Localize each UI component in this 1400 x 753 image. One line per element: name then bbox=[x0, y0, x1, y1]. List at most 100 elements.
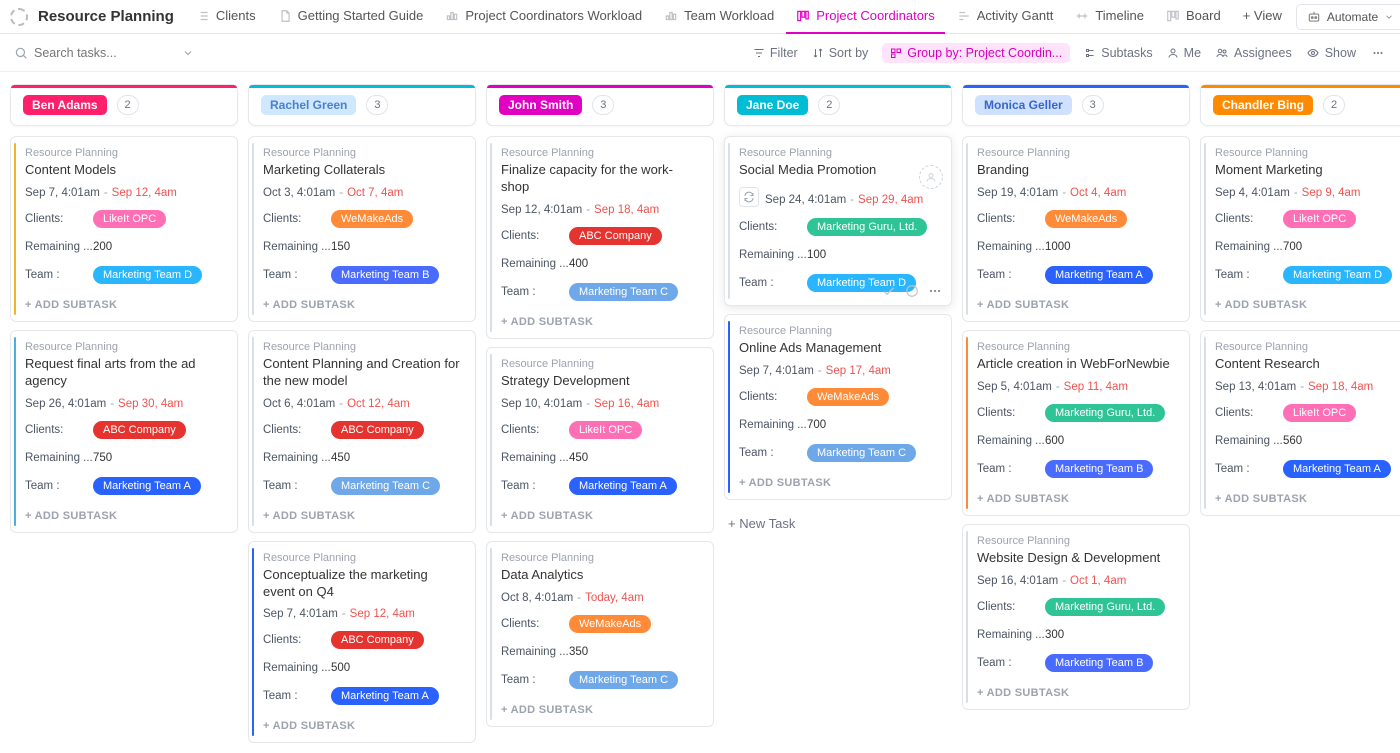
column-header[interactable]: John Smith3 bbox=[486, 84, 714, 126]
team-row: Team :Marketing Team B bbox=[977, 653, 1177, 673]
add-subtask-button[interactable]: + ADD SUBTASK bbox=[263, 293, 463, 317]
tab--view[interactable]: + View bbox=[1233, 0, 1292, 34]
column-header[interactable]: Monica Geller3 bbox=[962, 84, 1190, 126]
add-subtask-button[interactable]: + ADD SUBTASK bbox=[1215, 487, 1400, 511]
team-badge[interactable]: Marketing Team B bbox=[1045, 654, 1153, 672]
tab-timeline[interactable]: Timeline bbox=[1065, 0, 1154, 34]
tab-project-coordinators[interactable]: Project Coordinators bbox=[786, 0, 945, 34]
tab-project-coordinators-workload[interactable]: Project Coordinators Workload bbox=[435, 0, 652, 34]
automate-button[interactable]: Automate bbox=[1296, 4, 1400, 30]
column-header[interactable]: Chandler Bing2 bbox=[1200, 84, 1400, 126]
task-card[interactable]: Resource PlanningRequest final arts from… bbox=[10, 330, 238, 533]
clients-row: Clients:LikeIt OPC bbox=[501, 420, 701, 440]
task-card[interactable]: Resource PlanningWebsite Design & Develo… bbox=[962, 524, 1190, 710]
team-badge[interactable]: Marketing Team B bbox=[1045, 460, 1153, 478]
app-logo bbox=[10, 8, 28, 26]
task-card[interactable]: Resource PlanningContent ModelsSep 7, 4:… bbox=[10, 136, 238, 322]
team-badge[interactable]: Marketing Team C bbox=[807, 444, 916, 462]
search-field[interactable] bbox=[34, 46, 164, 60]
task-card[interactable]: Resource PlanningSocial Media PromotionS… bbox=[724, 136, 952, 306]
remaining-label: Remaining ... bbox=[501, 452, 569, 464]
client-badge[interactable]: LikeIt OPC bbox=[1283, 404, 1356, 422]
add-subtask-button[interactable]: + ADD SUBTASK bbox=[977, 681, 1177, 705]
client-badge[interactable]: ABC Company bbox=[569, 227, 662, 245]
more-button[interactable] bbox=[1370, 47, 1386, 59]
task-card[interactable]: Resource PlanningBrandingSep 19, 4:01am-… bbox=[962, 136, 1190, 322]
task-card[interactable]: Resource PlanningStrategy DevelopmentSep… bbox=[486, 347, 714, 533]
team-badge[interactable]: Marketing Team B bbox=[331, 266, 439, 284]
add-subtask-button[interactable]: + ADD SUBTASK bbox=[501, 698, 701, 722]
new-task-button[interactable]: + New Task bbox=[724, 508, 952, 539]
team-row: Team :Marketing Team B bbox=[263, 265, 463, 285]
task-card[interactable]: Resource PlanningMarketing CollateralsOc… bbox=[248, 136, 476, 322]
tab-clients[interactable]: Clients bbox=[186, 0, 266, 34]
assignee-placeholder[interactable] bbox=[919, 165, 943, 189]
client-badge[interactable]: Marketing Guru, Ltd. bbox=[1045, 404, 1165, 422]
team-badge[interactable]: Marketing Team D bbox=[1283, 266, 1392, 284]
task-card[interactable]: Resource PlanningConceptualize the marke… bbox=[248, 541, 476, 744]
remaining-row: Remaining ...700 bbox=[1215, 237, 1400, 257]
more-icon[interactable] bbox=[927, 284, 943, 298]
client-badge[interactable]: ABC Company bbox=[331, 631, 424, 649]
show-button[interactable]: Show bbox=[1306, 46, 1356, 60]
client-badge[interactable]: LikeIt OPC bbox=[1283, 210, 1356, 228]
add-subtask-button[interactable]: + ADD SUBTASK bbox=[263, 714, 463, 738]
tab-getting-started-guide[interactable]: Getting Started Guide bbox=[268, 0, 434, 34]
tab-label: Project Coordinators bbox=[816, 8, 935, 23]
me-button[interactable]: Me bbox=[1167, 46, 1201, 60]
groupby-button[interactable]: Group by: Project Coordin... bbox=[882, 43, 1070, 63]
add-subtask-button[interactable]: + ADD SUBTASK bbox=[501, 504, 701, 528]
add-subtask-button[interactable]: + ADD SUBTASK bbox=[1215, 293, 1400, 317]
task-card[interactable]: Resource PlanningData AnalyticsOct 8, 4:… bbox=[486, 541, 714, 727]
add-subtask-button[interactable]: + ADD SUBTASK bbox=[25, 504, 225, 528]
sort-icon bbox=[812, 47, 824, 59]
task-card[interactable]: Resource PlanningMoment MarketingSep 4, … bbox=[1200, 136, 1400, 322]
team-badge[interactable]: Marketing Team A bbox=[569, 477, 677, 495]
add-subtask-button[interactable]: + ADD SUBTASK bbox=[501, 310, 701, 334]
sortby-button[interactable]: Sort by bbox=[812, 46, 869, 60]
client-badge[interactable]: LikeIt OPC bbox=[569, 421, 642, 439]
team-badge[interactable]: Marketing Team C bbox=[331, 477, 440, 495]
client-badge[interactable]: ABC Company bbox=[331, 421, 424, 439]
task-card[interactable]: Resource PlanningFinalize capacity for t… bbox=[486, 136, 714, 339]
team-badge[interactable]: Marketing Team C bbox=[569, 671, 678, 689]
start-date: Sep 13, 4:01am bbox=[1215, 381, 1296, 393]
client-badge[interactable]: ABC Company bbox=[93, 421, 186, 439]
add-subtask-button[interactable]: + ADD SUBTASK bbox=[25, 293, 225, 317]
client-badge[interactable]: WeMakeAds bbox=[569, 615, 651, 633]
client-badge[interactable]: WeMakeAds bbox=[1045, 210, 1127, 228]
chevron-down-icon[interactable] bbox=[182, 47, 194, 59]
tab-activity-gantt[interactable]: Activity Gantt bbox=[947, 0, 1064, 34]
task-card[interactable]: Resource PlanningOnline Ads ManagementSe… bbox=[724, 314, 952, 500]
breadcrumb: Resource Planning bbox=[739, 147, 939, 159]
team-badge[interactable]: Marketing Team C bbox=[569, 283, 678, 301]
client-badge[interactable]: Marketing Guru, Ltd. bbox=[1045, 598, 1165, 616]
subtasks-button[interactable]: Subtasks bbox=[1084, 46, 1152, 60]
add-subtask-button[interactable]: + ADD SUBTASK bbox=[977, 293, 1177, 317]
column-header[interactable]: Rachel Green3 bbox=[248, 84, 476, 126]
column-header[interactable]: Ben Adams2 bbox=[10, 84, 238, 126]
assignees-button[interactable]: Assignees bbox=[1215, 46, 1292, 60]
client-badge[interactable]: WeMakeAds bbox=[807, 388, 889, 406]
column-header[interactable]: Jane Doe2 bbox=[724, 84, 952, 126]
client-badge[interactable]: WeMakeAds bbox=[331, 210, 413, 228]
team-badge[interactable]: Marketing Team A bbox=[1283, 460, 1391, 478]
team-badge[interactable]: Marketing Team A bbox=[331, 687, 439, 705]
tab-team-workload[interactable]: Team Workload bbox=[654, 0, 784, 34]
client-badge[interactable]: LikeIt OPC bbox=[93, 210, 166, 228]
circle-icon[interactable] bbox=[905, 284, 919, 298]
task-card[interactable]: Resource PlanningArticle creation in Web… bbox=[962, 330, 1190, 516]
team-badge[interactable]: Marketing Team A bbox=[1045, 266, 1153, 284]
client-badge[interactable]: Marketing Guru, Ltd. bbox=[807, 218, 927, 236]
add-subtask-button[interactable]: + ADD SUBTASK bbox=[263, 504, 463, 528]
team-badge[interactable]: Marketing Team A bbox=[93, 477, 201, 495]
add-subtask-button[interactable]: + ADD SUBTASK bbox=[739, 471, 939, 495]
check-icon[interactable] bbox=[881, 283, 897, 299]
task-card[interactable]: Resource PlanningContent ResearchSep 13,… bbox=[1200, 330, 1400, 516]
filter-button[interactable]: Filter bbox=[753, 46, 798, 60]
task-card[interactable]: Resource PlanningContent Planning and Cr… bbox=[248, 330, 476, 533]
add-subtask-button[interactable]: + ADD SUBTASK bbox=[977, 487, 1177, 511]
search-input[interactable] bbox=[14, 46, 194, 60]
team-badge[interactable]: Marketing Team D bbox=[93, 266, 202, 284]
tab-board[interactable]: Board bbox=[1156, 0, 1231, 34]
